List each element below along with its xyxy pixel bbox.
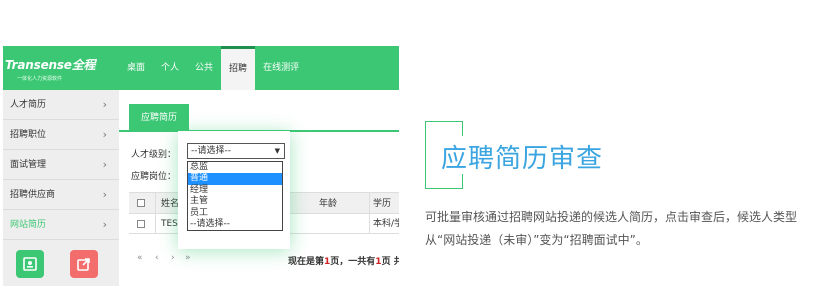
sidebar-item-label: 面试管理	[10, 160, 47, 170]
column-divider	[369, 214, 370, 233]
tab-applicant-resumes[interactable]: 应聘简历	[129, 104, 190, 132]
prev-page-icon[interactable]: ‹	[155, 253, 159, 263]
column-divider	[155, 193, 156, 213]
sidebar-item-label: 招聘供应商	[10, 190, 56, 200]
sidebar-item-interview-management[interactable]: 面试管理 ›	[3, 150, 119, 180]
pagination: « ‹ › » 现在是第1页，一共有1页 共有	[131, 250, 399, 270]
sidebar: 人才简历 › 招聘职位 › 面试管理 › 招聘供应商 › 网站简历 ›	[3, 90, 119, 286]
last-page-icon[interactable]: »	[185, 253, 191, 263]
sidebar-item-label: 人才简历	[10, 100, 47, 110]
next-page-icon[interactable]: ›	[171, 253, 175, 263]
pager-text: 页，一共有	[330, 257, 376, 267]
chevron-right-icon: ›	[102, 128, 107, 141]
talent-level-options: 总监 普通 经理 主管 员工 --请选择--	[187, 161, 283, 232]
share-export-icon[interactable]	[70, 250, 98, 278]
pager-text: 页 共有	[381, 257, 399, 267]
sidebar-item-label: 招聘职位	[10, 130, 47, 140]
column-header-education: 学历	[373, 199, 392, 209]
tab-bar: 应聘简历	[119, 90, 399, 132]
chevron-right-icon: ›	[102, 218, 107, 231]
option-manager[interactable]: 经理	[188, 185, 282, 196]
sidebar-item-recruitment-suppliers[interactable]: 招聘供应商 ›	[3, 180, 119, 210]
chevron-right-icon: ›	[102, 188, 107, 201]
sidebar-item-talent-resume[interactable]: 人才简历 ›	[3, 90, 119, 120]
feature-title: 应聘简历审查	[441, 144, 604, 174]
option-employee[interactable]: 员工	[188, 208, 282, 219]
nav-desktop[interactable]: 桌面	[119, 46, 153, 90]
top-navigation-bar: Transense全程 一体化人力资源软件 桌面 个人 公共 招聘 在线测评	[3, 46, 399, 90]
applied-position-label: 应聘岗位：	[131, 172, 177, 182]
option-please-select[interactable]: --请选择--	[188, 219, 282, 230]
nav-personal[interactable]: 个人	[153, 46, 187, 90]
nav-public[interactable]: 公共	[187, 46, 221, 90]
select-value: --请选择--	[191, 146, 231, 156]
sidebar-item-job-positions[interactable]: 招聘职位 ›	[3, 120, 119, 150]
caret-down-icon: ▼	[274, 147, 280, 155]
column-divider	[155, 214, 156, 233]
main-nav: 桌面 个人 公共 招聘 在线测评	[119, 46, 307, 90]
sidebar-shortcuts	[3, 242, 119, 286]
first-page-icon[interactable]: «	[137, 253, 143, 263]
feature-description: 可批量审核通过招聘网站投递的候选人简历，点击审查后，候选人类型从“网站投递（未审…	[425, 210, 798, 247]
nav-recruitment[interactable]: 招聘	[221, 46, 256, 90]
row-checkbox[interactable]	[137, 220, 145, 228]
sidebar-item-label: 网站简历	[10, 220, 47, 230]
option-regular[interactable]: 普通	[188, 173, 282, 185]
column-divider	[369, 193, 370, 213]
brand-logo: Transense全程 一体化人力资源软件	[5, 56, 110, 82]
logo-tagline: 一体化人力资源软件	[17, 76, 63, 82]
option-supervisor[interactable]: 主管	[188, 196, 282, 207]
column-header-age: 年龄	[319, 199, 338, 209]
chevron-right-icon: ›	[102, 98, 107, 111]
talent-level-select[interactable]: --请选择-- ▼	[187, 143, 285, 159]
option-director[interactable]: 总监	[188, 162, 282, 173]
pager-text: 现在是第	[288, 257, 325, 267]
chevron-right-icon: ›	[102, 158, 107, 171]
contact-card-icon[interactable]	[16, 250, 44, 278]
nav-online-assessment[interactable]: 在线测评	[255, 46, 307, 90]
sidebar-item-website-resume[interactable]: 网站简历 ›	[3, 210, 119, 240]
select-all-checkbox[interactable]	[137, 199, 145, 207]
logo-wordmark: Transense全程	[5, 58, 96, 72]
talent-level-label: 人才级别：	[131, 150, 177, 160]
cell-education: 本科/学	[373, 219, 399, 229]
pagination-status: 现在是第1页，一共有1页 共有	[288, 254, 399, 267]
column-header-name: 姓名	[161, 199, 180, 209]
